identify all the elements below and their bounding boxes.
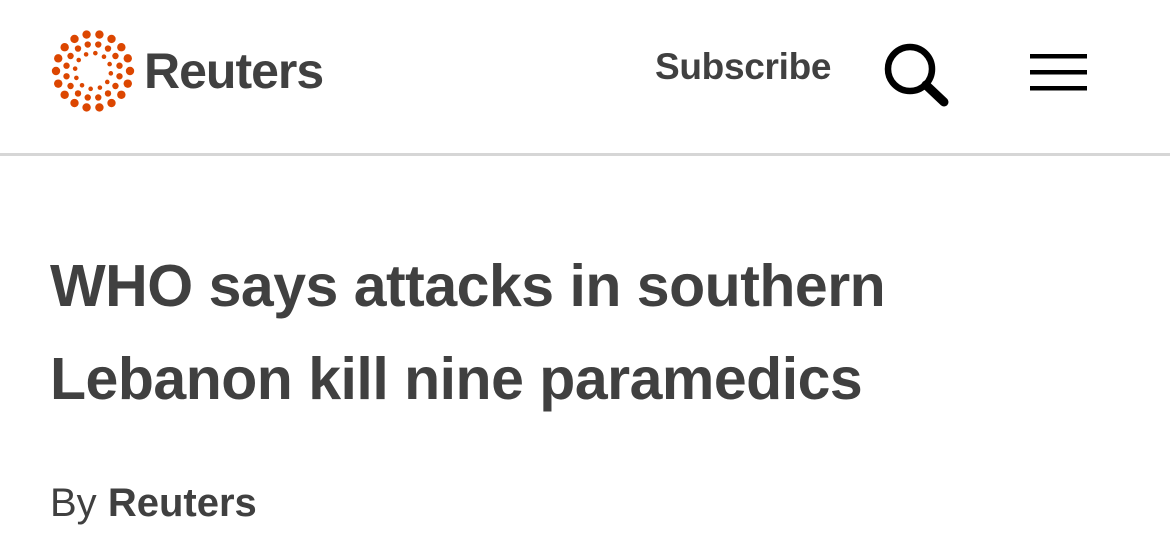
search-icon bbox=[884, 43, 949, 107]
logo-dot bbox=[79, 82, 85, 88]
logo-dot bbox=[117, 90, 126, 99]
reuters-logo[interactable]: Reuters bbox=[50, 28, 324, 114]
logo-dot bbox=[88, 86, 93, 92]
logo-dot bbox=[95, 41, 102, 48]
byline: By Reuters bbox=[50, 480, 257, 526]
article-headline: WHO says attacks in southern Lebanon kil… bbox=[50, 253, 886, 412]
logo-dot bbox=[72, 66, 78, 71]
logo-dot bbox=[95, 94, 102, 101]
logo-dot bbox=[51, 66, 61, 76]
logo-dot bbox=[104, 79, 110, 85]
logo-dot bbox=[101, 54, 107, 60]
logo-dot bbox=[95, 103, 104, 112]
article-header: WHO says attacks in southern Lebanon kil… bbox=[50, 240, 1130, 426]
logo-dot bbox=[107, 98, 116, 108]
logo-dot bbox=[63, 62, 70, 69]
logo-dot bbox=[60, 43, 69, 52]
menu-button[interactable] bbox=[1028, 50, 1090, 96]
logo-dot bbox=[67, 52, 74, 60]
logo-dot bbox=[70, 34, 79, 44]
logo-dot bbox=[76, 57, 82, 63]
logo-dot bbox=[54, 54, 63, 63]
logo-dot bbox=[95, 30, 104, 39]
logo-dot bbox=[74, 75, 79, 81]
logo-dot bbox=[54, 79, 63, 88]
logo-dot bbox=[84, 94, 91, 101]
logo-dot bbox=[74, 45, 82, 52]
logo-dot bbox=[60, 90, 69, 99]
byline-prefix: By bbox=[50, 481, 97, 525]
logo-dot bbox=[116, 73, 123, 80]
search-button[interactable] bbox=[880, 38, 952, 110]
logo-dot bbox=[104, 45, 112, 52]
logo-dot bbox=[112, 52, 119, 60]
logo-dot bbox=[116, 62, 123, 69]
logo-dot bbox=[93, 50, 98, 56]
site-header: Reuters Subscribe bbox=[0, 0, 1170, 156]
reuters-dot-ring-icon bbox=[51, 30, 135, 112]
logo-dot bbox=[70, 98, 79, 108]
logo-dot bbox=[84, 41, 91, 48]
logo-dot bbox=[67, 82, 74, 90]
logo-dot bbox=[125, 66, 135, 76]
logo-dot bbox=[82, 103, 91, 112]
logo-dot bbox=[74, 90, 82, 97]
logo-dot bbox=[97, 85, 103, 90]
brand-name: Reuters bbox=[144, 43, 324, 99]
logo-dot bbox=[123, 54, 132, 63]
logo-dot bbox=[82, 30, 91, 39]
logo-dot bbox=[107, 34, 116, 44]
logo-dot bbox=[83, 52, 89, 57]
logo-dot bbox=[112, 82, 119, 90]
logo-dot bbox=[104, 90, 112, 97]
logo-dot bbox=[63, 73, 70, 80]
logo-dot bbox=[123, 79, 132, 88]
logo-dot bbox=[117, 43, 126, 52]
subscribe-button[interactable]: Subscribe bbox=[655, 48, 832, 85]
logo-dot bbox=[107, 61, 112, 67]
logo-dot bbox=[108, 71, 114, 76]
hamburger-menu-icon bbox=[1030, 54, 1087, 91]
byline-author[interactable]: Reuters bbox=[108, 481, 257, 525]
